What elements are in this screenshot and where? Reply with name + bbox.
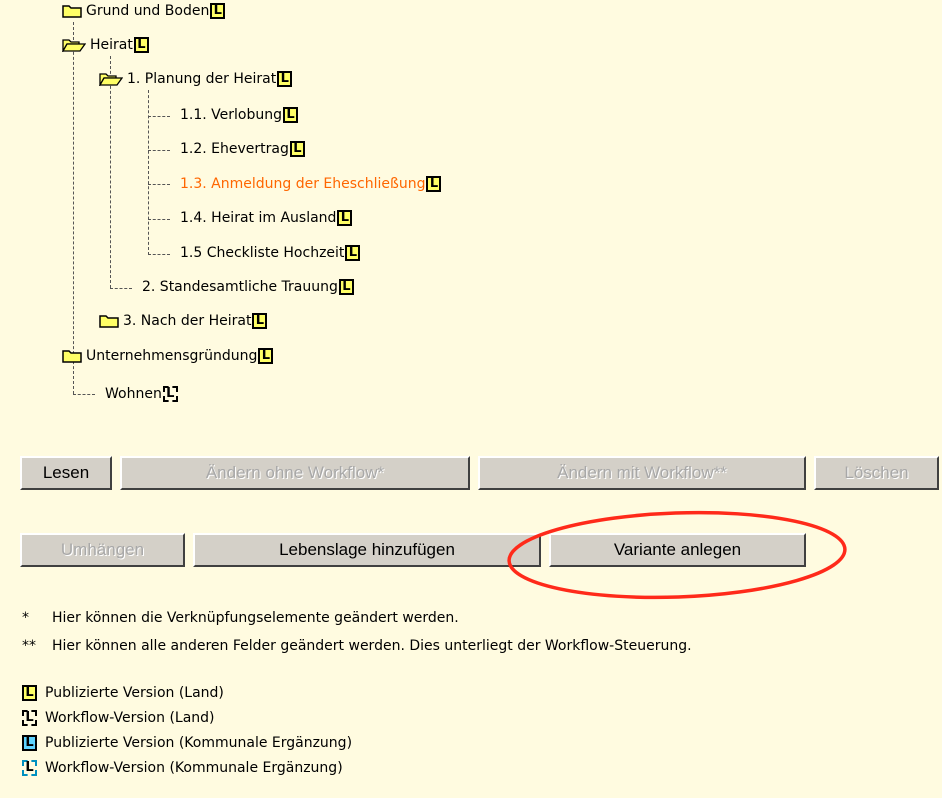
- tree-connector: [73, 22, 74, 394]
- tree-connector: [110, 288, 132, 289]
- published-land-badge-icon: L: [22, 685, 37, 701]
- tree-connector: [148, 90, 149, 255]
- tree-item-label: 2. Standesamtliche Trauung: [142, 279, 338, 295]
- tree-connector: [148, 116, 170, 117]
- tree-item-planung-der-heirat[interactable]: 1. Planung der Heirat L: [99, 68, 293, 90]
- highlight-circle-annotation: [507, 510, 847, 600]
- published-land-badge-icon[interactable]: L: [258, 348, 274, 364]
- workflow-land-badge-icon: L: [22, 710, 37, 726]
- tree-item-checkliste-hochzeit[interactable]: 1.5 Checkliste Hochzeit L: [180, 242, 361, 264]
- tree-item-heirat-im-ausland[interactable]: 1.4. Heirat im Ausland L: [180, 207, 353, 229]
- folder-closed-icon: [62, 350, 82, 363]
- folder-open-icon: [62, 39, 86, 52]
- tree-item-nach-der-heirat[interactable]: 3. Nach der Heirat L: [99, 310, 268, 332]
- tree-item-label: 1.2. Ehevertrag: [180, 141, 289, 157]
- tree-connector: [110, 56, 111, 288]
- tree-item-label: Grund und Boden: [86, 3, 210, 19]
- note-text: Hier können alle anderen Felder geändert…: [52, 638, 692, 654]
- tree-item-anmeldung-selected[interactable]: 1.3. Anmeldung der Eheschließung L: [180, 173, 442, 195]
- legend-workflow-kommunal: L Workflow-Version (Kommunale Ergänzung): [22, 760, 343, 776]
- tree-item-heirat[interactable]: Heirat L: [62, 34, 149, 56]
- tree-connector: [148, 254, 170, 255]
- published-land-badge-icon[interactable]: L: [338, 279, 354, 295]
- legend-text: Publizierte Version (Land): [45, 685, 224, 701]
- published-land-badge-icon[interactable]: L: [283, 107, 298, 123]
- tree-item-wohnen[interactable]: Wohnen L: [105, 383, 178, 405]
- published-land-badge-icon[interactable]: L: [210, 3, 226, 19]
- tree-item-label: Wohnen: [105, 386, 162, 402]
- note-text: Hier können die Verknüpfungselemente geä…: [52, 610, 459, 626]
- folder-closed-icon: [99, 315, 119, 328]
- aendern-mit-workflow-button[interactable]: Ändern mit Workflow**: [478, 456, 806, 490]
- tree-item-verlobung[interactable]: 1.1. Verlobung L: [180, 104, 298, 126]
- published-land-badge-icon[interactable]: L: [345, 245, 361, 261]
- published-kommunal-badge-icon: L: [22, 735, 37, 751]
- loeschen-button[interactable]: Löschen: [814, 456, 939, 490]
- note-marker: *: [22, 610, 29, 626]
- legend-text: Workflow-Version (Kommunale Ergänzung): [45, 760, 343, 776]
- lesen-button[interactable]: Lesen: [20, 456, 112, 490]
- note-marker: **: [22, 638, 36, 654]
- tree-item-label: 1. Planung der Heirat: [127, 71, 277, 87]
- tree-item-unternehmensgruendung[interactable]: Unternehmensgründung L: [62, 345, 274, 367]
- note-workflow: ** Hier können alle anderen Felder geände…: [22, 638, 692, 654]
- legend-workflow-land: L Workflow-Version (Land): [22, 710, 215, 726]
- tree-item-label: Heirat: [90, 37, 133, 53]
- lebenslage-hinzufuegen-button[interactable]: Lebenslage hinzufügen: [193, 533, 541, 567]
- tree-item-grund-und-boden[interactable]: Grund und Boden L: [62, 0, 226, 22]
- note-verknuepfung: * Hier können die Verknüpfungselemente ge…: [22, 610, 459, 626]
- tree-item-label: 1.4. Heirat im Ausland: [180, 210, 337, 226]
- aendern-ohne-workflow-button[interactable]: Ändern ohne Workflow*: [120, 456, 470, 490]
- tree-connector: [73, 394, 95, 395]
- published-land-badge-icon[interactable]: L: [277, 71, 293, 87]
- tree-connector: [148, 184, 170, 185]
- published-land-badge-icon[interactable]: L: [337, 210, 353, 226]
- tree-item-label: 1.5 Checkliste Hochzeit: [180, 245, 345, 261]
- tree-connector: [148, 150, 170, 151]
- tree-item-label: 1.3. Anmeldung der Eheschließung: [180, 176, 426, 192]
- umhaengen-button[interactable]: Umhängen: [20, 533, 185, 567]
- legend-text: Publizierte Version (Kommunale Ergänzung…: [45, 735, 353, 751]
- published-land-badge-icon[interactable]: L: [252, 313, 268, 329]
- workflow-land-badge-icon[interactable]: L: [162, 386, 178, 402]
- tree-item-label: 3. Nach der Heirat: [123, 313, 252, 329]
- published-land-badge-icon[interactable]: L: [133, 37, 149, 53]
- tree-item-standesamtliche-trauung[interactable]: 2. Standesamtliche Trauung L: [142, 276, 354, 298]
- legend-published-kommunal: L Publizierte Version (Kommunale Ergänzu…: [22, 735, 352, 751]
- legend-published-land: L Publizierte Version (Land): [22, 685, 224, 701]
- tree-connector: [148, 219, 170, 220]
- folder-closed-icon: [62, 5, 82, 18]
- tree-item-label: 1.1. Verlobung: [180, 107, 282, 123]
- workflow-kommunal-badge-icon: L: [22, 760, 37, 776]
- published-land-badge-icon[interactable]: L: [426, 176, 442, 192]
- published-land-badge-icon[interactable]: L: [289, 141, 305, 157]
- folder-open-icon: [99, 73, 123, 86]
- tree-item-label: Unternehmensgründung: [86, 348, 258, 364]
- legend-text: Workflow-Version (Land): [45, 710, 215, 726]
- tree-item-ehevertrag[interactable]: 1.2. Ehevertrag L: [180, 138, 305, 160]
